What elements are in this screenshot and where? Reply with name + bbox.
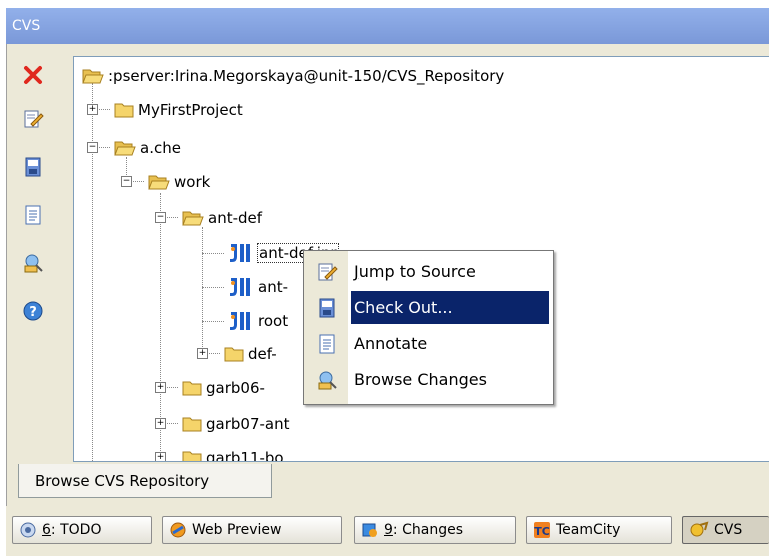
tree-node-label: def- — [248, 345, 277, 363]
todo-number: 6 — [42, 522, 51, 538]
close-button[interactable] — [18, 60, 48, 90]
check-out-icon — [319, 298, 335, 318]
collapse-toggle[interactable]: − — [121, 176, 132, 187]
open-folder-icon — [148, 175, 170, 190]
expand-toggle[interactable]: + — [87, 104, 98, 115]
tree-node-label: work — [174, 173, 211, 191]
cvs-toolbar: ? — [18, 60, 58, 360]
todo-icon — [20, 522, 36, 538]
collapse-toggle[interactable]: − — [87, 142, 98, 153]
tree-node-label: root — [258, 312, 289, 330]
web-preview-button[interactable]: Web Preview — [162, 516, 342, 544]
check-out-icon — [25, 157, 41, 177]
browse-changes-button[interactable] — [18, 248, 48, 278]
tree-node-ant-def[interactable]: ant-def — [182, 205, 262, 231]
teamcity-label: TeamCity — [556, 522, 621, 538]
folder-icon — [182, 417, 202, 432]
close-icon — [24, 66, 42, 84]
tab-browse-cvs-repository[interactable]: Browse CVS Repository — [18, 464, 272, 498]
idea-project-file-icon — [230, 312, 250, 330]
tree-line — [202, 253, 224, 254]
tree-node-file[interactable]: ant- — [228, 274, 288, 300]
open-folder-icon — [82, 69, 104, 84]
open-folder-icon — [182, 211, 204, 226]
svg-text:?: ? — [29, 305, 37, 320]
expand-toggle[interactable]: + — [155, 418, 166, 429]
menu-item-browse-changes[interactable]: Browse Changes — [304, 362, 553, 397]
tree-line — [92, 83, 93, 461]
menu-item-label: Browse Changes — [354, 370, 487, 389]
tree-node-a-che[interactable]: a.che — [114, 135, 181, 161]
expand-toggle[interactable]: + — [155, 382, 166, 393]
browse-changes-icon — [24, 254, 43, 273]
tree-node-myfirstproject[interactable]: MyFirstProject — [114, 97, 243, 123]
tree-node-work[interactable]: work — [148, 169, 210, 195]
open-folder-icon — [114, 141, 136, 156]
tool-window-bar: 6: TODO Web Preview 9: Changes TC TeamCi… — [6, 506, 769, 556]
tree-node-label: garb11-bo — [206, 449, 284, 462]
svg-text:TC: TC — [534, 525, 550, 538]
menu-item-label: Annotate — [354, 334, 428, 353]
annotate-button[interactable] — [18, 200, 48, 230]
tree-node-garb07[interactable]: garb07-ant — [182, 411, 289, 437]
changes-icon — [362, 523, 377, 537]
jump-to-source-icon — [24, 110, 44, 128]
cvs-button[interactable]: CVS — [682, 516, 769, 544]
tree-node-label: ant- — [258, 278, 288, 296]
help-icon: ? — [23, 301, 43, 321]
cvs-icon — [690, 521, 709, 537]
tree-node-label: ant-def — [208, 209, 263, 227]
annotate-icon — [319, 334, 335, 354]
help-button[interactable]: ? — [18, 296, 48, 326]
todo-label: 6: TODO — [42, 522, 101, 538]
expand-toggle[interactable]: + — [197, 348, 208, 359]
tree-node-garb11[interactable]: garb11-bo — [182, 445, 284, 462]
tree-node-label: garb07-ant — [206, 415, 290, 433]
browse-changes-icon — [318, 371, 337, 390]
tree-node-garb06[interactable]: garb06- — [182, 375, 265, 401]
tree-node-label: a.che — [140, 139, 181, 157]
changes-text: : Changes — [392, 522, 463, 538]
jump-to-source-icon — [318, 263, 338, 281]
teamcity-button[interactable]: TC TeamCity — [526, 516, 672, 544]
tree-node-label: MyFirstProject — [138, 101, 243, 119]
tab-label: Browse CVS Repository — [35, 471, 210, 490]
folder-icon — [182, 381, 202, 396]
menu-item-check-out[interactable]: Check Out... — [304, 290, 553, 325]
annotate-icon — [25, 205, 41, 225]
changes-button[interactable]: 9: Changes — [354, 516, 516, 544]
tree-line — [202, 321, 224, 322]
todo-text: : TODO — [50, 522, 102, 538]
menu-item-label: Jump to Source — [354, 262, 476, 281]
folder-icon — [182, 451, 202, 461]
jump-to-source-button[interactable] — [18, 104, 48, 134]
tree-line — [202, 227, 203, 353]
check-out-button[interactable] — [18, 152, 48, 182]
expand-toggle[interactable]: + — [155, 452, 166, 461]
tree-node-label: garb06- — [206, 379, 265, 397]
web-preview-icon — [170, 522, 186, 538]
tree-node-def[interactable]: def- — [224, 341, 277, 367]
tree-node-file[interactable]: root — [228, 308, 288, 334]
menu-item-annotate[interactable]: Annotate — [304, 326, 553, 361]
tree-node-root[interactable]: :pserver:Irina.Megorskaya@unit-150/CVS_R… — [82, 63, 504, 89]
context-menu: Jump to Source Check Out... Annotate Bro… — [303, 250, 554, 405]
cvs-label: CVS — [714, 522, 743, 538]
folder-icon — [224, 347, 244, 362]
title-bar[interactable]: CVS — [6, 8, 769, 44]
changes-number: 9 — [384, 522, 393, 538]
collapse-toggle[interactable]: − — [155, 212, 166, 223]
tree-node-label: :pserver:Irina.Megorskaya@unit-150/CVS_R… — [108, 67, 505, 85]
idea-project-file-icon — [230, 244, 250, 262]
idea-project-file-icon — [230, 278, 250, 296]
window-title: CVS — [12, 18, 41, 34]
tree-line — [202, 287, 224, 288]
todo-button[interactable]: 6: TODO — [12, 516, 152, 544]
menu-item-label: Check Out... — [354, 298, 453, 317]
folder-icon — [114, 103, 134, 118]
changes-label: 9: Changes — [384, 522, 463, 538]
menu-item-jump-to-source[interactable]: Jump to Source — [304, 254, 553, 289]
web-preview-label: Web Preview — [192, 522, 282, 538]
teamcity-icon: TC — [534, 522, 550, 538]
